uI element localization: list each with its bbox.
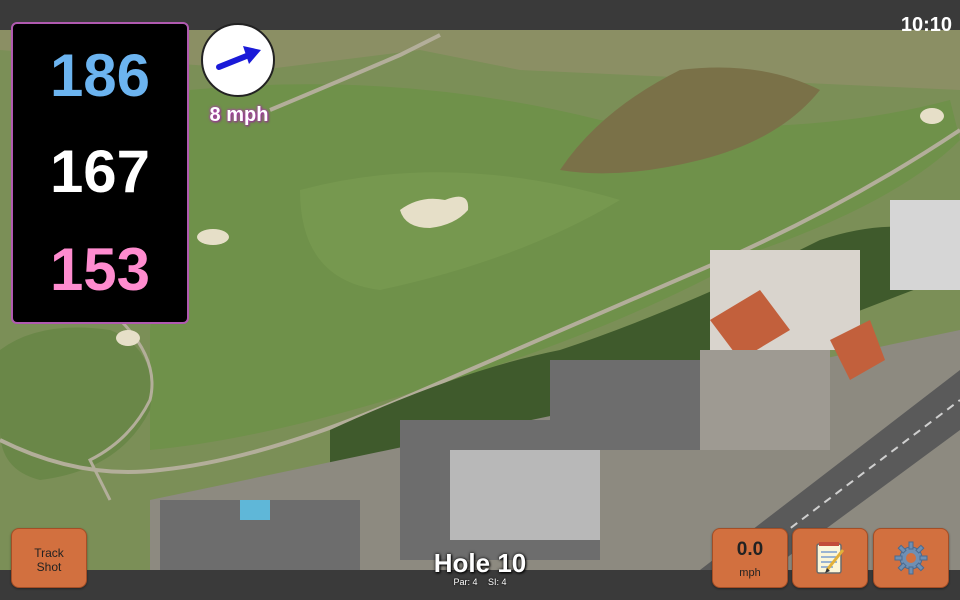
track-shot-label-line2: Shot [36,560,62,574]
hole-stroke-index: SI: 4 [488,577,507,587]
speed-value: 0.0 [736,539,764,560]
notes-button[interactable] [792,528,868,588]
hole-par: Par: 4 [453,577,478,587]
gear-icon [894,541,928,575]
settings-button[interactable] [873,528,949,588]
hole-title: Hole 10 [433,548,527,578]
back-of-green-yardage: 186 [49,42,151,109]
speed-unit: mph [739,567,761,579]
front-of-green-yardage: 153 [49,236,151,303]
speed-button[interactable]: 0.0 mph [712,528,788,588]
yardage-panel[interactable]: 186 167 153 [11,22,189,324]
notepad-icon [816,542,845,574]
clock: 10:10 [900,14,952,36]
wind-speed-label: 8 mph [209,104,269,126]
track-shot-button[interactable]: Track Shot [11,528,87,588]
wind-direction-indicator [201,23,275,97]
wind-arrow-icon [216,46,261,70]
middle-of-green-yardage: 167 [49,138,151,205]
track-shot-label-line1: Track [34,546,64,560]
hole-info: Par: 4 SI: 4 [380,577,580,587]
